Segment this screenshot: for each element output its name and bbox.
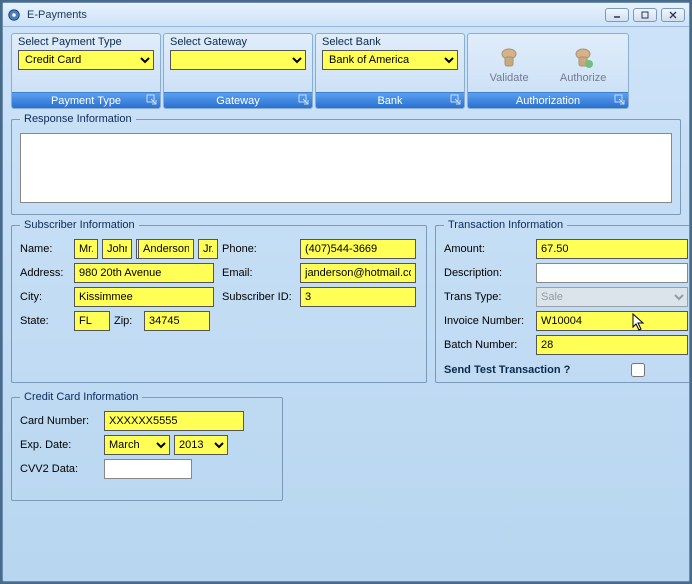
ribbon-group-gateway: Select Gateway Gateway: [163, 33, 313, 109]
minimize-button[interactable]: [605, 8, 629, 22]
authorize-icon: [571, 46, 595, 70]
bank-label: Select Bank: [322, 36, 458, 48]
response-information-group: Response Information: [11, 113, 681, 215]
cc-legend: Credit Card Information: [20, 391, 142, 403]
authorization-footer: Authorization: [516, 95, 580, 107]
dialog-launcher-icon[interactable]: [614, 94, 626, 106]
invoice-number-input[interactable]: [536, 311, 688, 331]
exp-year-select[interactable]: 2013: [174, 435, 228, 455]
ribbon-group-bank: Select Bank Bank of America Bank: [315, 33, 465, 109]
response-legend: Response Information: [20, 113, 136, 125]
payment-type-footer: Payment Type: [51, 95, 121, 107]
city-input[interactable]: [74, 287, 214, 307]
close-button[interactable]: [661, 8, 685, 22]
window-controls: [605, 8, 685, 22]
address-input[interactable]: [74, 263, 214, 283]
epayments-window: E-Payments Select Payment Type Credit Ca…: [2, 2, 690, 582]
description-label: Description:: [444, 267, 532, 279]
zip-label: Zip:: [114, 315, 140, 327]
batch-number-input[interactable]: [536, 335, 688, 355]
state-label: State:: [20, 315, 70, 327]
invoice-number-label: Invoice Number:: [444, 315, 532, 327]
cvv2-input[interactable]: [104, 459, 192, 479]
credit-card-information-group: Credit Card Information Card Number: Exp…: [11, 391, 283, 501]
bank-select[interactable]: Bank of America: [322, 50, 458, 70]
window-title: E-Payments: [27, 9, 605, 21]
titlebar: E-Payments: [3, 3, 689, 27]
name-prefix-input[interactable]: [74, 239, 98, 259]
payment-type-select[interactable]: Credit Card: [18, 50, 154, 70]
trans-type-select[interactable]: Sale: [536, 287, 688, 307]
bank-footer: Bank: [377, 95, 402, 107]
address-label: Address:: [20, 267, 70, 279]
amount-input[interactable]: [536, 239, 688, 259]
subscriber-legend: Subscriber Information: [20, 219, 139, 231]
response-textarea[interactable]: [20, 133, 672, 203]
authorize-button[interactable]: Authorize: [560, 46, 606, 84]
subscriber-information-group: Subscriber Information Name: Address:: [11, 219, 427, 383]
ribbon-group-payment-type: Select Payment Type Credit Card Payment …: [11, 33, 161, 109]
transaction-legend: Transaction Information: [444, 219, 567, 231]
batch-number-label: Batch Number:: [444, 339, 532, 351]
cursor-icon: [632, 313, 648, 333]
phone-input[interactable]: [300, 239, 416, 259]
card-number-label: Card Number:: [20, 415, 100, 427]
payment-type-label: Select Payment Type: [18, 36, 154, 48]
maximize-button[interactable]: [633, 8, 657, 22]
state-input[interactable]: [74, 311, 110, 331]
gateway-label: Select Gateway: [170, 36, 306, 48]
dialog-launcher-icon[interactable]: [298, 94, 310, 106]
name-label: Name:: [20, 243, 70, 255]
transaction-information-group: Transaction Information Amount: Descript…: [435, 219, 689, 383]
dialog-launcher-icon[interactable]: [450, 94, 462, 106]
validate-icon: [497, 46, 521, 70]
exp-date-label: Exp. Date:: [20, 439, 100, 451]
app-icon: [7, 8, 21, 22]
card-number-input[interactable]: [104, 411, 244, 431]
cvv2-label: CVV2 Data:: [20, 463, 100, 475]
email-label: Email:: [222, 267, 296, 279]
gateway-select[interactable]: [170, 50, 306, 70]
amount-label: Amount:: [444, 243, 532, 255]
zip-input[interactable]: [144, 311, 210, 331]
phone-label: Phone:: [222, 243, 296, 255]
email-input[interactable]: [300, 263, 416, 283]
subscriber-id-label: Subscriber ID:: [222, 291, 296, 303]
name-suffix-input[interactable]: [198, 239, 218, 259]
send-test-label: Send Test Transaction ?: [444, 364, 570, 376]
city-label: City:: [20, 291, 70, 303]
subscriber-id-input[interactable]: [300, 287, 416, 307]
name-last-input[interactable]: [138, 239, 194, 259]
dialog-launcher-icon[interactable]: [146, 94, 158, 106]
exp-month-select[interactable]: March: [104, 435, 170, 455]
description-input[interactable]: [536, 263, 688, 283]
ribbon: Select Payment Type Credit Card Payment …: [11, 33, 681, 109]
validate-button[interactable]: Validate: [490, 46, 529, 84]
send-test-checkbox[interactable]: [588, 363, 688, 377]
gateway-footer: Gateway: [216, 95, 259, 107]
trans-type-label: Trans Type:: [444, 291, 532, 303]
ribbon-group-authorization: Validate Authorize Authorization: [467, 33, 629, 109]
name-first-input[interactable]: [102, 239, 132, 259]
